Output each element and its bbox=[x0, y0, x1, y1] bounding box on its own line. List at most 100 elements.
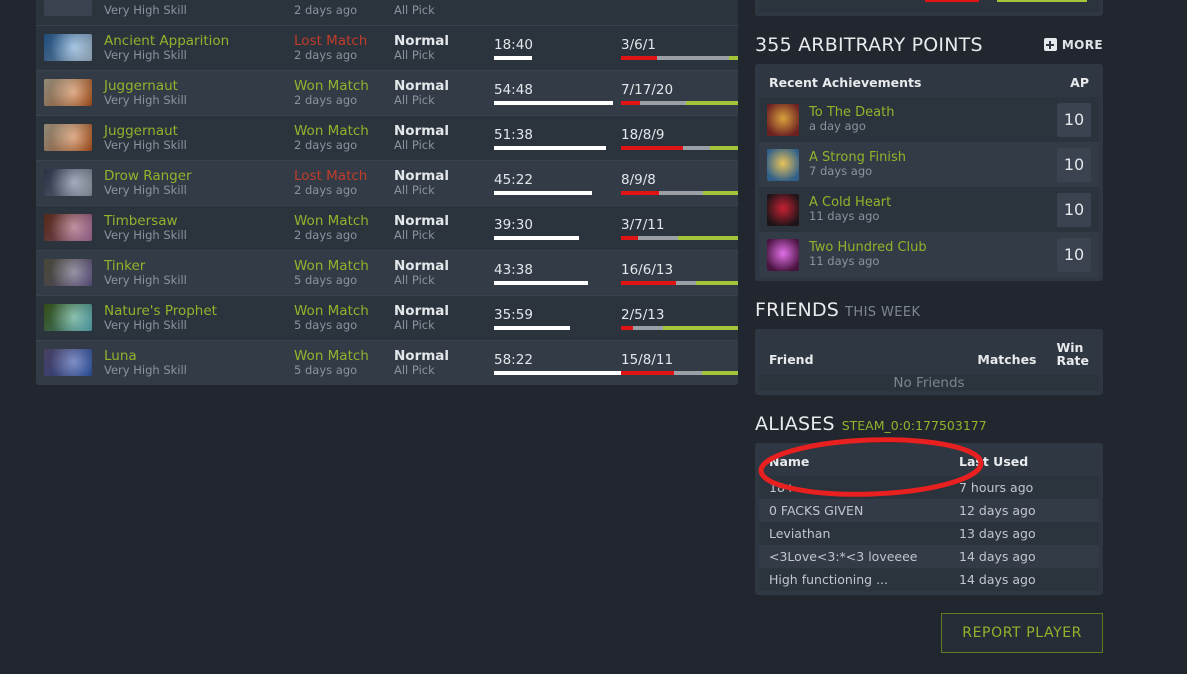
match-duration-value: 35:59 bbox=[494, 306, 533, 323]
more-button[interactable]: MORE bbox=[1043, 37, 1103, 52]
match-row[interactable]: Nature's Prophet Very High Skill Won Mat… bbox=[36, 295, 738, 340]
hero-name[interactable]: Juggernaut bbox=[104, 123, 187, 140]
match-time: 5 days ago bbox=[294, 363, 358, 378]
match-row[interactable]: Tinker Very High Skill Won Match 5 days … bbox=[36, 250, 738, 295]
match-row[interactable]: Juggernaut Very High Skill Won Match 2 d… bbox=[36, 70, 738, 115]
match-type-cell: Normal All Pick bbox=[394, 123, 494, 153]
hero-portrait-icon bbox=[44, 259, 92, 287]
hero-portrait-icon bbox=[44, 169, 92, 197]
hero-portrait-icon bbox=[44, 349, 92, 377]
match-kda-value: 8/9/8 bbox=[621, 171, 656, 188]
match-time: 2 days ago bbox=[294, 48, 358, 63]
aliases-table-header: Name Last Used bbox=[759, 447, 1099, 476]
alias-last-used: 14 days ago bbox=[959, 549, 1036, 565]
match-result-label: Won Match bbox=[294, 257, 369, 274]
hero-name[interactable]: Tinker bbox=[104, 258, 187, 275]
hero-portrait-icon bbox=[44, 214, 92, 242]
match-type-cell: Normal All Pick bbox=[394, 348, 494, 378]
match-hero-cell: Juggernaut Very High Skill bbox=[44, 78, 294, 108]
region-row: Europe East 14 42.86% bbox=[759, 0, 1099, 12]
match-hero-cell: Drow Ranger Very High Skill bbox=[44, 168, 294, 198]
duration-bar bbox=[494, 145, 621, 150]
hero-skill: Very High Skill bbox=[104, 273, 187, 288]
match-hero-cell: Nature's Prophet Very High Skill bbox=[44, 303, 294, 333]
hero-name[interactable]: Timbersaw bbox=[104, 213, 187, 230]
achievement-row[interactable]: A Cold Heart 11 days ago 10 bbox=[759, 187, 1099, 232]
achievement-name[interactable]: A Strong Finish bbox=[809, 150, 1057, 166]
hero-skill: Very High Skill bbox=[104, 138, 187, 153]
report-player-button[interactable]: REPORT PLAYER bbox=[941, 613, 1103, 654]
match-duration-cell: 45:22 bbox=[494, 172, 621, 195]
hero-portrait-icon bbox=[44, 304, 92, 332]
match-kda-value: 16/6/13 bbox=[621, 261, 674, 278]
achievement-name[interactable]: A Cold Heart bbox=[809, 195, 1057, 211]
match-result-label: Won Match bbox=[294, 302, 369, 319]
hero-name[interactable]: Drow Ranger bbox=[104, 168, 192, 185]
match-duration-cell: 18:40 bbox=[494, 37, 621, 60]
achievement-name[interactable]: To The Death bbox=[809, 105, 1057, 121]
duration-bar bbox=[494, 280, 621, 285]
friends-table-header: Friend Matches Win Rate bbox=[759, 333, 1099, 375]
hero-name[interactable]: Nature's Prophet bbox=[104, 303, 217, 320]
achievement-name[interactable]: Two Hundred Club bbox=[809, 240, 1057, 256]
match-result-cell: Won Match 5 days ago bbox=[294, 302, 394, 333]
alias-row: High functioning ... 14 days ago bbox=[759, 568, 1099, 592]
match-mode-label: All Pick bbox=[394, 93, 435, 108]
regions-card: Europe East 14 42.86% bbox=[755, 0, 1103, 16]
steam-id[interactable]: STEAM_0:0:177503177 bbox=[842, 418, 987, 433]
match-result-cell: Won Match 2 days ago bbox=[294, 78, 394, 108]
friends-header-friend: Friend bbox=[769, 352, 814, 368]
achievements-table-header: Recent Achievements AP bbox=[759, 68, 1099, 97]
hero-name[interactable]: Luna bbox=[104, 348, 187, 365]
match-kda-cell: 16/6/13 bbox=[621, 262, 738, 285]
match-row[interactable]: Juggernaut Very High Skill Won Match 2 d… bbox=[36, 115, 738, 160]
hero-name[interactable]: Juggernaut bbox=[104, 78, 187, 95]
achievement-row[interactable]: Two Hundred Club 11 days ago 10 bbox=[759, 232, 1099, 277]
match-result-label: Lost Match bbox=[294, 167, 368, 184]
alias-name: 18+ bbox=[769, 480, 796, 496]
match-time: 2 days ago bbox=[294, 3, 358, 18]
match-hero-cell: Tinker Very High Skill bbox=[44, 258, 294, 288]
hero-skill: Very High Skill bbox=[104, 48, 187, 63]
player-profile-page: Very High Skill 2 days ago All Pick Anci… bbox=[0, 0, 1187, 674]
match-row[interactable]: Luna Very High Skill Won Match 5 days ag… bbox=[36, 340, 738, 385]
match-row[interactable]: Very High Skill 2 days ago All Pick bbox=[36, 0, 738, 25]
match-duration-value: 54:48 bbox=[494, 81, 533, 98]
match-result-label: Won Match bbox=[294, 122, 369, 139]
hero-name[interactable]: Ancient Apparition bbox=[104, 33, 229, 50]
achievement-time: 11 days ago bbox=[809, 209, 880, 224]
kda-bar bbox=[621, 55, 738, 60]
match-type-label: Normal bbox=[394, 77, 450, 94]
match-kda-value: 3/7/11 bbox=[621, 216, 665, 233]
kda-bar bbox=[621, 235, 738, 240]
region-winrate-cell: 42.86% bbox=[997, 0, 1087, 2]
friends-empty-message: No Friends bbox=[759, 375, 1099, 392]
achievement-ap: 10 bbox=[1057, 237, 1091, 272]
hero-portrait-icon bbox=[44, 79, 92, 107]
achievement-time: 11 days ago bbox=[809, 254, 880, 269]
match-kda-cell: 15/8/11 bbox=[621, 352, 738, 375]
match-row[interactable]: Ancient Apparition Very High Skill Lost … bbox=[36, 25, 738, 70]
match-row[interactable]: Timbersaw Very High Skill Won Match 2 da… bbox=[36, 205, 738, 250]
match-time: 2 days ago bbox=[294, 228, 358, 243]
matches-panel: Very High Skill 2 days ago All Pick Anci… bbox=[36, 0, 738, 385]
match-row[interactable]: Drow Ranger Very High Skill Lost Match 2… bbox=[36, 160, 738, 205]
points-section-header: 355 ARBITRARY POINTS MORE bbox=[755, 34, 1103, 56]
friends-table: Friend Matches Win Rate No Friends bbox=[759, 333, 1099, 392]
match-result-cell: Won Match 5 days ago bbox=[294, 348, 394, 378]
match-rows-container: Ancient Apparition Very High Skill Lost … bbox=[36, 25, 738, 385]
achievement-row[interactable]: A Strong Finish 7 days ago 10 bbox=[759, 142, 1099, 187]
match-kda-cell: 8/9/8 bbox=[621, 172, 738, 195]
achievement-row[interactable]: To The Death a day ago 10 bbox=[759, 97, 1099, 142]
match-type-cell: Normal All Pick bbox=[394, 303, 494, 333]
match-time: 2 days ago bbox=[294, 183, 358, 198]
alias-last-used: 13 days ago bbox=[959, 526, 1036, 542]
match-hero-cell: Timbersaw Very High Skill bbox=[44, 213, 294, 243]
plus-icon bbox=[1043, 38, 1057, 51]
hero-portrait-icon bbox=[44, 0, 92, 17]
match-hero-cell: Very High Skill bbox=[44, 0, 294, 17]
more-label: MORE bbox=[1061, 37, 1103, 52]
alias-row: 0 FACKS GIVEN 12 days ago bbox=[759, 499, 1099, 523]
hero-skill: Very High Skill bbox=[104, 93, 187, 108]
match-kda-cell: 18/8/9 bbox=[621, 127, 738, 150]
